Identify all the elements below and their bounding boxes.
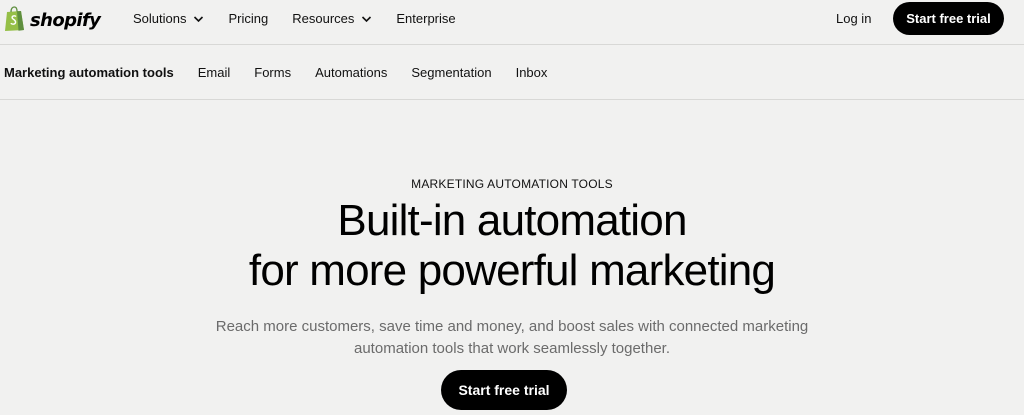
subnav-title[interactable]: Marketing automation tools bbox=[4, 65, 174, 80]
start-free-trial-button[interactable]: Start free trial bbox=[893, 2, 1004, 35]
subnav-link-segmentation[interactable]: Segmentation bbox=[411, 65, 491, 80]
menu-item-label: Enterprise bbox=[396, 11, 456, 26]
hero-start-free-trial-button[interactable]: Start free trial bbox=[441, 370, 567, 410]
menu-item-solutions[interactable]: Solutions bbox=[133, 11, 204, 26]
menu-item-label: Resources bbox=[292, 11, 355, 26]
hero-section: MARKETING AUTOMATION TOOLS Built-in auto… bbox=[0, 100, 1024, 415]
subnav-link-automations[interactable]: Automations bbox=[315, 65, 387, 80]
brand-name: shopify bbox=[30, 9, 101, 31]
subnav-link-forms[interactable]: Forms bbox=[254, 65, 291, 80]
chevron-down-icon bbox=[194, 15, 204, 22]
chevron-down-icon bbox=[362, 15, 372, 22]
menu-item-pricing[interactable]: Pricing bbox=[228, 11, 268, 26]
sub-navigation: Marketing automation tools Email Forms A… bbox=[0, 45, 1024, 100]
shopping-bag-icon bbox=[5, 6, 24, 31]
subnav-link-email[interactable]: Email bbox=[198, 65, 231, 80]
top-navigation: shopify Solutions Pricing Resources Ente… bbox=[0, 0, 1024, 45]
hero-subtext: Reach more customers, save time and mone… bbox=[215, 318, 809, 357]
menu-item-label: Solutions bbox=[133, 11, 187, 26]
hero-eyebrow: MARKETING AUTOMATION TOOLS bbox=[411, 177, 613, 191]
subnav-link-inbox[interactable]: Inbox bbox=[516, 65, 548, 80]
headline-line-2: for more powerful marketing bbox=[248, 246, 776, 295]
menu-item-label: Pricing bbox=[228, 11, 269, 26]
shopify-logo[interactable]: shopify bbox=[4, 6, 101, 32]
headline-line-1: Built-in automation bbox=[337, 196, 687, 245]
login-link[interactable]: Log in bbox=[836, 11, 871, 26]
menu-item-enterprise[interactable]: Enterprise bbox=[396, 11, 455, 26]
hero-headline: Built-in automation for more powerful ma… bbox=[0, 196, 1024, 296]
menu-item-resources[interactable]: Resources bbox=[292, 11, 372, 26]
main-menu: Solutions Pricing Resources Enterprise bbox=[133, 0, 480, 37]
